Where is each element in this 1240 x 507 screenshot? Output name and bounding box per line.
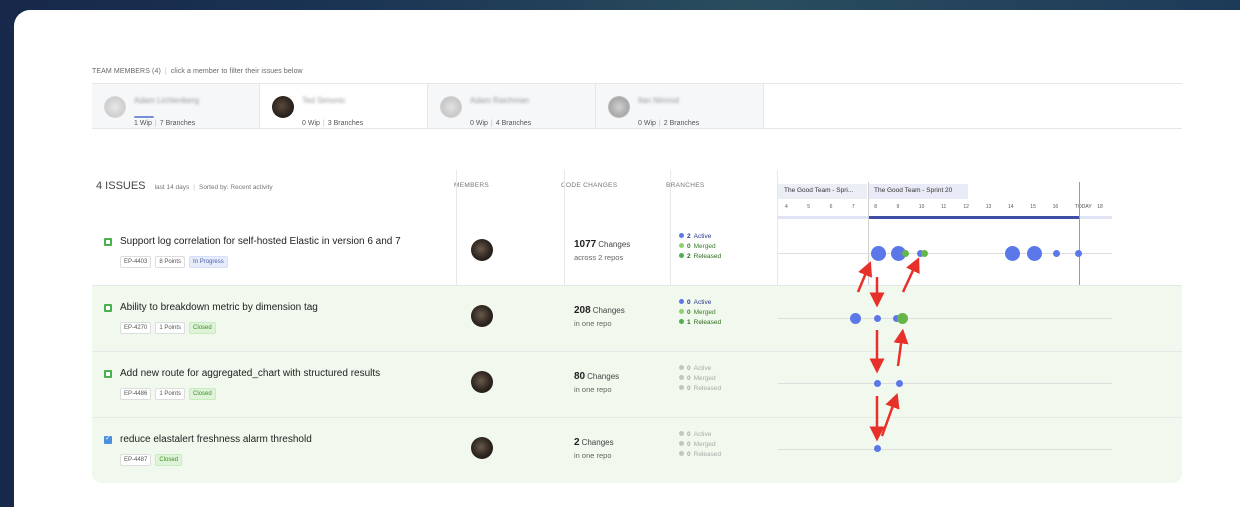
member-tab-4[interactable]: Ilan Nimrod 0 Wip | 2 Branches [596,84,764,128]
member-avatar [272,96,294,118]
team-members-count: TEAM MEMBERS (4) [92,68,161,75]
team-members-bar: Adam Lichtenberg 1 Wip | 7 Branches Ted Si… [92,83,1182,129]
issues-table: 4 ISSUES last 14 days | Sorted by: Recent … [92,160,1182,483]
team-members-caption: TEAM MEMBERS (4) | click a member to filte… [92,68,303,75]
member-stats: 0 Wip | 3 Branches [302,120,364,127]
member-tab-2[interactable]: Ted Simonic 0 Wip | 3 Branches [260,84,428,128]
member-name: Adam Lichtenberg [134,96,199,105]
member-avatar [608,96,630,118]
member-tab-1[interactable]: Adam Lichtenberg 1 Wip | 7 Branches [92,84,260,128]
team-members-hint: click a member to filter their issues be… [170,68,303,75]
annotation-arrows [856,257,920,442]
main-card: TEAM MEMBERS (4) | click a member to filte… [14,10,1240,507]
member-avatar [104,96,126,118]
member-name: Ilan Nimrod [638,96,679,105]
member-stats: 0 Wip | 4 Branches [470,120,532,127]
member-tab-3[interactable]: Adam Raichman 0 Wip | 4 Branches [428,84,596,128]
member-stats: 0 Wip | 2 Branches [638,120,700,127]
member-stats: 1 Wip | 7 Branches [134,120,196,127]
member-avatar [440,96,462,118]
wip-indicator [134,116,154,118]
member-name: Ted Simonic [302,96,346,105]
member-name: Adam Raichman [470,96,530,105]
